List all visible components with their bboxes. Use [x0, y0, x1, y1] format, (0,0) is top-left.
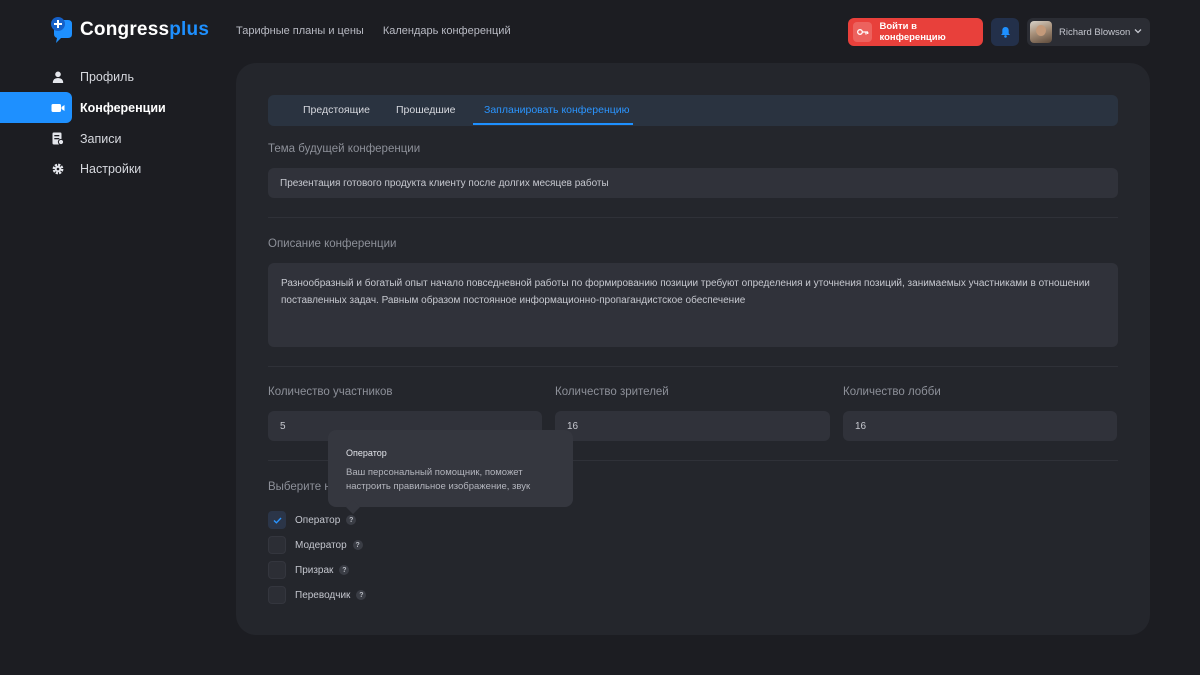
role-label: Оператор	[295, 514, 341, 526]
viewers-input[interactable]: 16	[555, 411, 830, 441]
checkbox[interactable]	[268, 511, 286, 529]
join-conference-label: Войти в конференцию	[879, 21, 946, 43]
chevron-down-icon	[1134, 29, 1142, 34]
logo-text: Congressplus	[80, 19, 210, 40]
sidebar-item-profile[interactable]: Профиль	[0, 61, 134, 92]
sidebar-item-settings[interactable]: Настройки	[0, 153, 141, 184]
description-textarea[interactable]: Разнообразный и богатый опыт начало повс…	[268, 263, 1118, 347]
records-icon	[51, 132, 65, 146]
notifications-button[interactable]	[991, 18, 1019, 46]
viewers-label: Количество зрителей	[555, 386, 669, 398]
checkbox[interactable]	[268, 586, 286, 604]
tab-schedule-conference[interactable]: Запланировать конференцию	[484, 95, 630, 126]
participants-value: 5	[280, 420, 286, 432]
divider	[268, 366, 1118, 367]
role-label: Переводчик	[295, 589, 351, 601]
participants-label: Количество участников	[268, 386, 393, 398]
role-option-translator[interactable]: Переводчик ?	[268, 586, 367, 604]
lobby-label: Количество лобби	[843, 386, 941, 398]
checkbox[interactable]	[268, 536, 286, 554]
help-icon[interactable]: ?	[356, 590, 367, 600]
video-camera-icon	[51, 101, 65, 115]
tooltip-title: Оператор	[346, 448, 387, 458]
help-icon[interactable]: ?	[352, 540, 363, 550]
bell-icon	[1000, 27, 1010, 38]
app-logo[interactable]: Congressplus	[50, 16, 209, 44]
logo-icon	[50, 16, 74, 44]
key-icon	[853, 22, 873, 42]
topic-label: Тема будущей конференции	[268, 143, 421, 155]
sidebar-item-label: Настройки	[80, 161, 142, 176]
lobby-value: 16	[855, 420, 867, 432]
avatar	[1030, 21, 1052, 43]
sidebar-item-label: Записи	[80, 131, 122, 146]
user-menu[interactable]: Richard Blowson	[1027, 18, 1150, 46]
topic-value: Презентация готового продукта клиенту по…	[280, 177, 609, 189]
role-option-ghost[interactable]: Призрак ?	[268, 561, 350, 579]
user-icon	[51, 70, 65, 84]
gear-icon	[51, 162, 65, 176]
nav-link-pricing[interactable]: Тарифные планы и цены	[236, 25, 364, 37]
sidebar-item-label: Конференции	[80, 100, 166, 115]
description-label: Описание конференции	[268, 238, 397, 250]
divider	[268, 217, 1118, 218]
tab-past[interactable]: Прошедшие	[396, 95, 456, 126]
active-tab-indicator	[473, 123, 633, 125]
nav-link-calendar[interactable]: Календарь конференций	[383, 25, 511, 37]
lobby-input[interactable]: 16	[843, 411, 1117, 441]
tooltip-body: Ваш персональный помощник, поможет настр…	[346, 467, 531, 492]
checkbox[interactable]	[268, 561, 286, 579]
tab-upcoming[interactable]: Предстоящие	[303, 95, 370, 126]
topic-input[interactable]: Презентация готового продукта клиенту по…	[268, 168, 1118, 198]
role-option-operator[interactable]: Оператор ?	[268, 511, 357, 529]
checkmark-icon	[273, 517, 282, 524]
description-value: Разнообразный и богатый опыт начало повс…	[281, 278, 1090, 306]
join-conference-button[interactable]: Войти в конференцию	[848, 18, 983, 46]
help-icon[interactable]: ?	[346, 515, 357, 525]
sidebar-item-conferences[interactable]: Конференции	[0, 92, 166, 123]
role-label: Модератор	[295, 539, 347, 551]
user-name: Richard Blowson	[1059, 26, 1131, 38]
role-tooltip: Оператор Ваш персональный помощник, помо…	[328, 430, 573, 515]
role-label: Призрак	[295, 564, 334, 576]
viewers-value: 16	[567, 420, 579, 432]
sidebar-item-label: Профиль	[80, 69, 134, 84]
role-option-moderator[interactable]: Модератор ?	[268, 536, 363, 554]
help-icon[interactable]: ?	[339, 565, 350, 575]
roles-label: Выберите н	[268, 481, 331, 493]
sidebar-item-records[interactable]: Записи	[0, 123, 122, 154]
